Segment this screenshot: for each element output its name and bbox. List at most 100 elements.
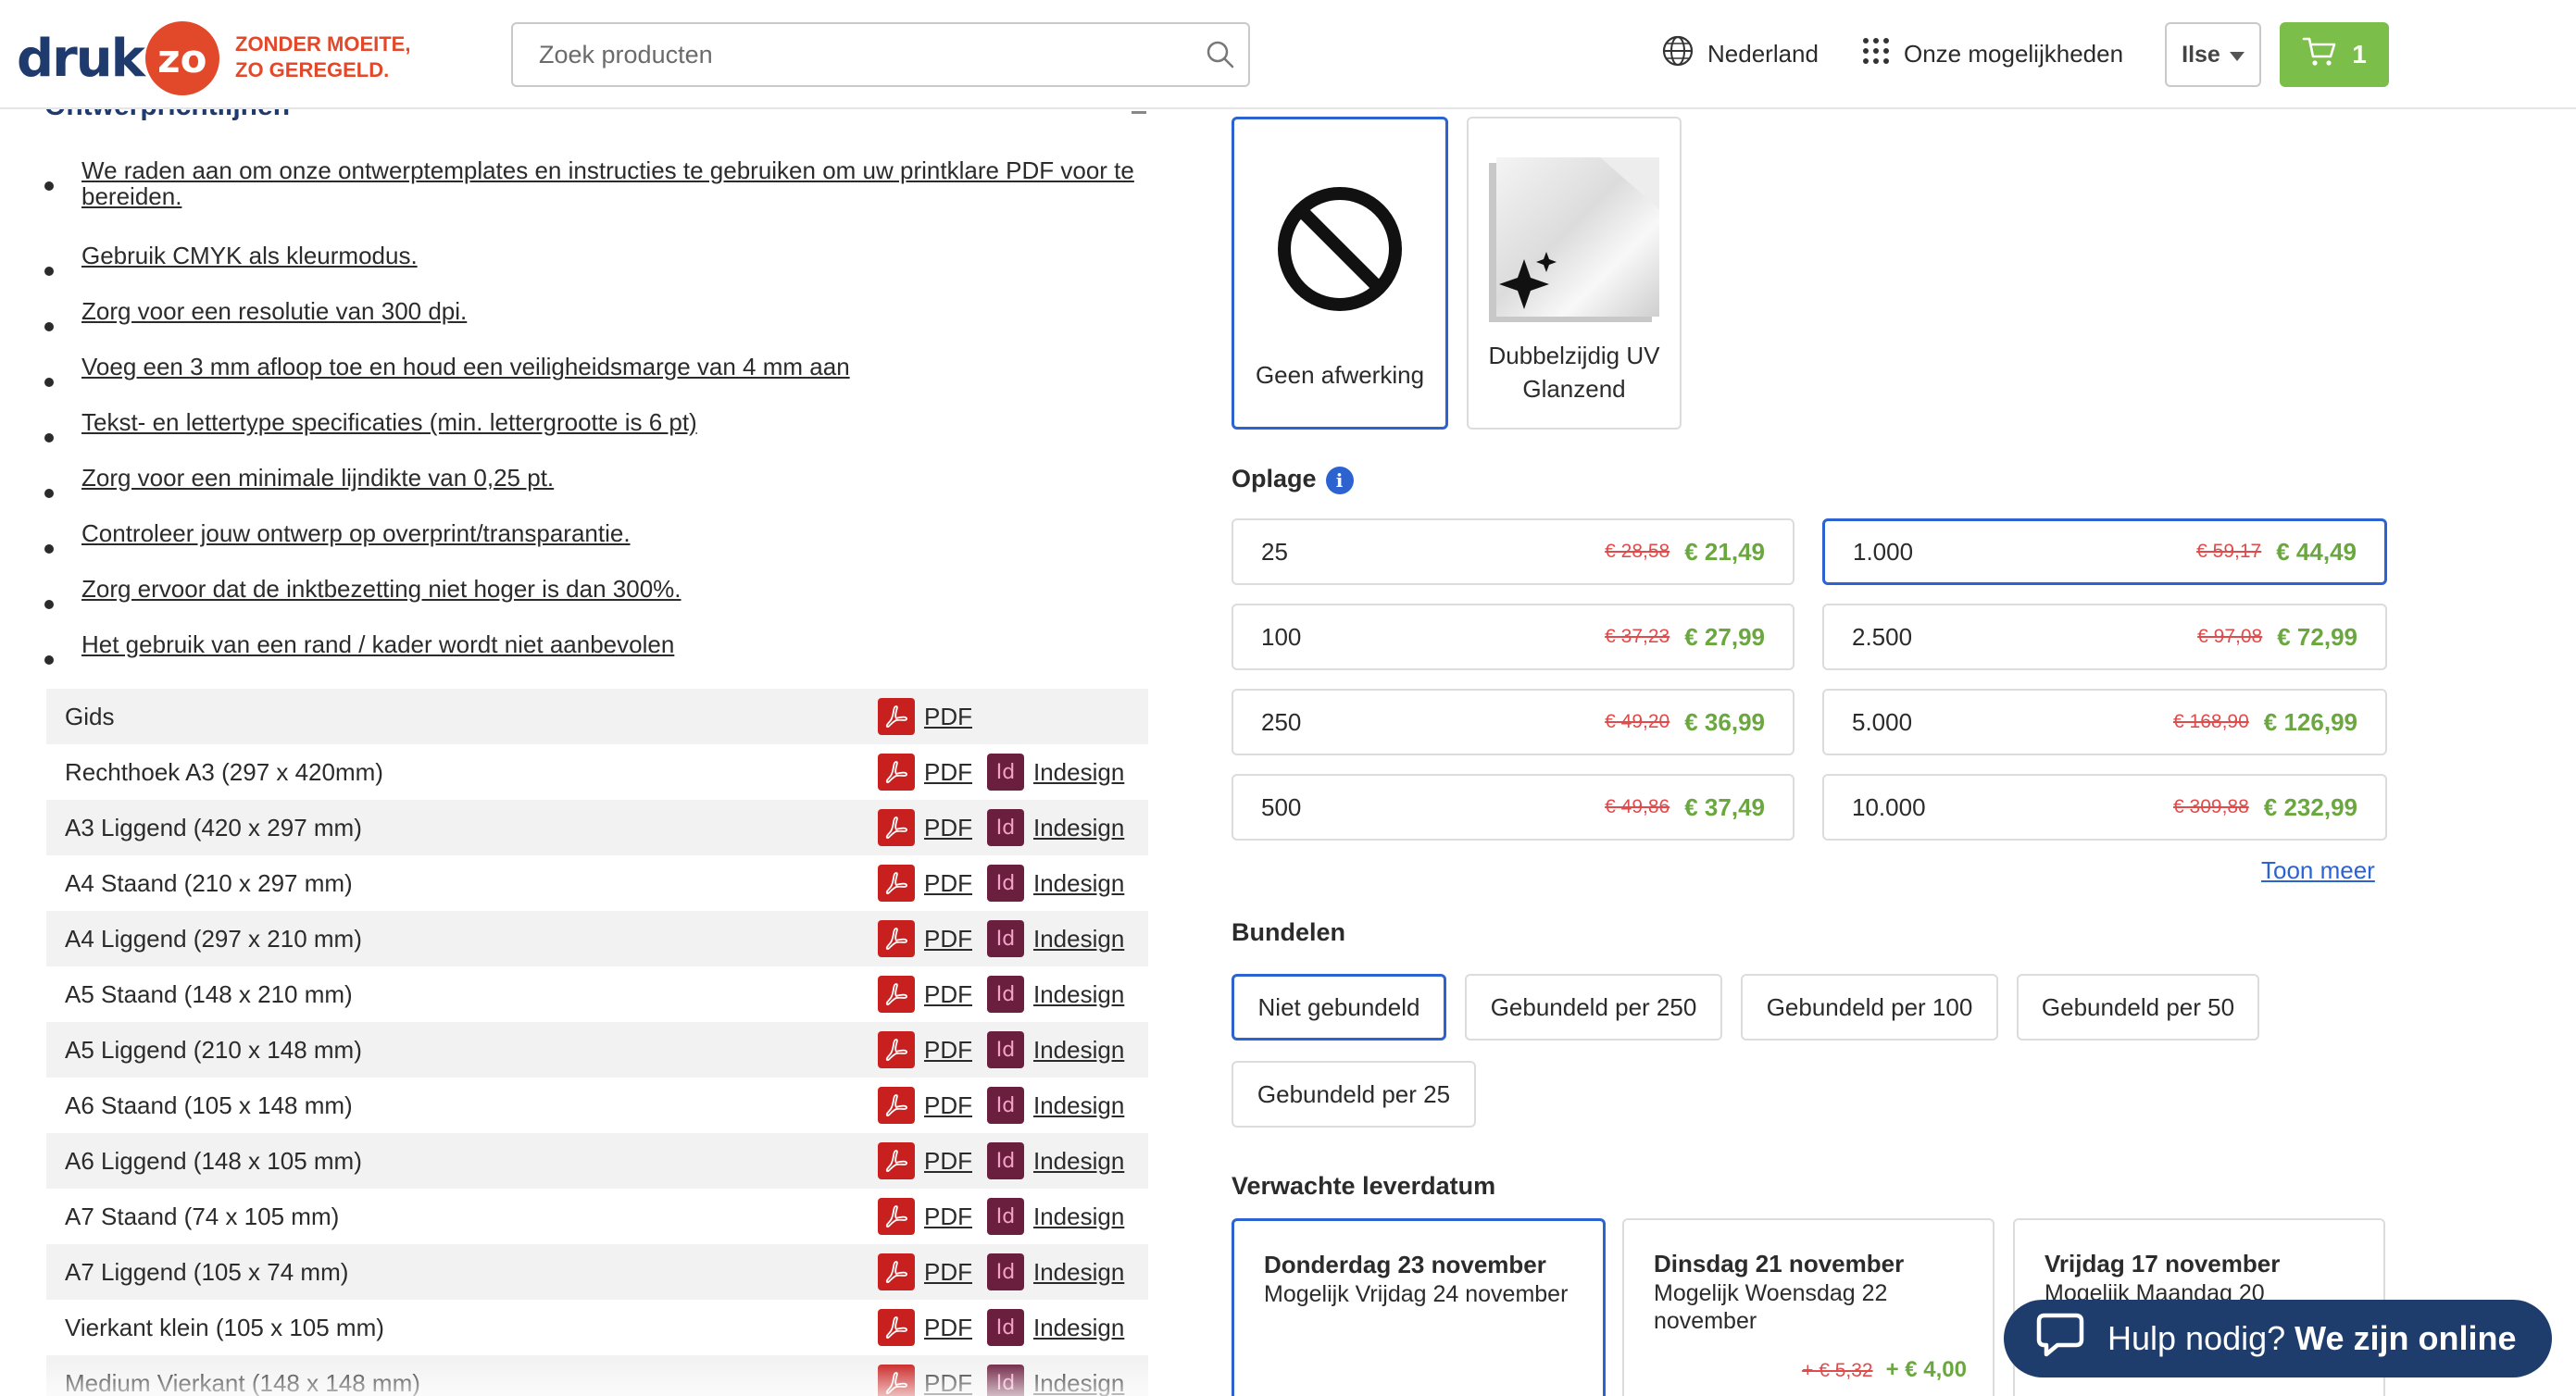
list-item[interactable]: Het gebruik van een rand / kader wordt n…: [37, 630, 1148, 665]
pdf-download[interactable]: PDF: [878, 920, 972, 957]
indesign-download[interactable]: Id Indesign: [987, 1142, 1124, 1179]
delivery-option[interactable]: Donderdag 23 november Mogelijk Vrijdag 2…: [1232, 1218, 1606, 1396]
pdf-download[interactable]: PDF: [878, 809, 972, 846]
pdf-download[interactable]: PDF: [878, 1253, 972, 1290]
chat-widget-button[interactable]: Hulp nodig? We zijn online: [2004, 1300, 2552, 1377]
finish-option-uv-gloss[interactable]: Dubbelzijdig UV Glanzend: [1467, 117, 1682, 430]
indesign-link[interactable]: Indesign: [1033, 1314, 1124, 1342]
pdf-link[interactable]: PDF: [924, 1091, 972, 1120]
pdf-link[interactable]: PDF: [924, 1036, 972, 1065]
pdf-download[interactable]: PDF: [878, 865, 972, 902]
finish-option-none[interactable]: Geen afwerking: [1232, 117, 1448, 430]
pdf-link[interactable]: PDF: [924, 1258, 972, 1287]
search-box: [511, 22, 1250, 87]
indesign-download[interactable]: Id Indesign: [987, 1309, 1124, 1346]
quantity-option[interactable]: 2.500 € 97,08 € 72,99: [1822, 604, 2387, 670]
guideline-link[interactable]: Controleer jouw ontwerp op overprint/tra…: [81, 519, 631, 547]
list-item[interactable]: We raden aan om onze ontwerptemplates en…: [37, 157, 1148, 209]
guideline-link[interactable]: Het gebruik van een rand / kader wordt n…: [81, 630, 674, 658]
indesign-link[interactable]: Indesign: [1033, 1091, 1124, 1120]
indesign-download[interactable]: Id Indesign: [987, 920, 1124, 957]
pdf-download[interactable]: PDF: [878, 698, 972, 735]
quantity-option[interactable]: 25 € 28,58 € 21,49: [1232, 518, 1794, 585]
quantity-option[interactable]: 100 € 37,23 € 27,99: [1232, 604, 1794, 670]
guideline-link[interactable]: Gebruik CMYK als kleurmodus.: [81, 242, 418, 269]
show-more-link[interactable]: Toon meer: [2261, 856, 2375, 885]
pdf-download[interactable]: PDF: [878, 754, 972, 791]
pdf-download[interactable]: PDF: [878, 1309, 972, 1346]
pdf-download[interactable]: PDF: [878, 1031, 972, 1068]
indesign-link[interactable]: Indesign: [1033, 1258, 1124, 1287]
guideline-link[interactable]: Zorg voor een minimale lijndikte van 0,2…: [81, 464, 554, 492]
pdf-download[interactable]: PDF: [878, 1087, 972, 1124]
list-item[interactable]: Voeg een 3 mm afloop toe en houd een vei…: [37, 353, 1148, 387]
pdf-link[interactable]: PDF: [924, 925, 972, 954]
pdf-link[interactable]: PDF: [924, 1147, 972, 1176]
template-name: A6 Liggend (148 x 105 mm): [65, 1146, 362, 1175]
delivery-option[interactable]: Dinsdag 21 november Mogelijk Woensdag 22…: [1622, 1218, 1995, 1396]
pdf-link[interactable]: PDF: [924, 758, 972, 787]
pdf-link[interactable]: PDF: [924, 703, 972, 731]
pdf-link[interactable]: PDF: [924, 869, 972, 898]
search-icon[interactable]: [1193, 39, 1248, 70]
quantity-option[interactable]: 10.000 € 309,88 € 232,99: [1822, 774, 2387, 841]
table-row: A6 Liggend (148 x 105 mm) PDF Id Indesign: [46, 1133, 1148, 1189]
indesign-icon: Id: [987, 1253, 1024, 1290]
indesign-download[interactable]: Id Indesign: [987, 809, 1124, 846]
indesign-link[interactable]: Indesign: [1033, 1147, 1124, 1176]
indesign-link[interactable]: Indesign: [1033, 980, 1124, 1009]
search-input[interactable]: [513, 27, 1193, 82]
guideline-link[interactable]: Zorg ervoor dat de inktbezetting niet ho…: [81, 575, 682, 603]
info-icon[interactable]: i: [1325, 466, 1354, 494]
indesign-link[interactable]: Indesign: [1033, 814, 1124, 842]
bundle-option[interactable]: Gebundeld per 25: [1232, 1061, 1476, 1128]
bundle-option[interactable]: Gebundeld per 100: [1741, 974, 1998, 1041]
quantity-option[interactable]: 5.000 € 168,90 € 126,99: [1822, 689, 2387, 755]
bundle-option[interactable]: Gebundeld per 50: [2017, 974, 2259, 1041]
bundle-option[interactable]: Niet gebundeld: [1232, 974, 1446, 1041]
guideline-link[interactable]: Tekst- en lettertype specificaties (min.…: [81, 408, 697, 436]
list-item[interactable]: Controleer jouw ontwerp op overprint/tra…: [37, 519, 1148, 554]
collapse-icon[interactable]: [1132, 111, 1146, 114]
indesign-download[interactable]: Id Indesign: [987, 976, 1124, 1013]
pdf-link[interactable]: PDF: [924, 814, 972, 842]
logo[interactable]: druk zo: [17, 19, 219, 98]
pdf-download[interactable]: PDF: [878, 1198, 972, 1235]
indesign-link[interactable]: Indesign: [1033, 925, 1124, 954]
indesign-link[interactable]: Indesign: [1033, 869, 1124, 898]
guideline-link[interactable]: Zorg voor een resolutie van 300 dpi.: [81, 297, 467, 325]
pdf-link[interactable]: PDF: [924, 980, 972, 1009]
indesign-download[interactable]: Id Indesign: [987, 1198, 1124, 1235]
indesign-link[interactable]: Indesign: [1033, 758, 1124, 787]
delivery-sub: Mogelijk Woensdag 22 november: [1654, 1280, 1888, 1334]
list-item[interactable]: Zorg voor een resolutie van 300 dpi.: [37, 297, 1148, 331]
list-item[interactable]: Tekst- en lettertype specificaties (min.…: [37, 408, 1148, 442]
pdf-download[interactable]: PDF: [878, 1142, 972, 1179]
options-menu[interactable]: Onze mogelijkheden: [1861, 33, 2123, 74]
user-menu-button[interactable]: Ilse: [2165, 22, 2261, 87]
pdf-download[interactable]: PDF: [878, 976, 972, 1013]
indesign-download[interactable]: Id Indesign: [987, 754, 1124, 791]
guideline-link[interactable]: Voeg een 3 mm afloop toe en houd een vei…: [81, 353, 850, 380]
list-item[interactable]: Zorg voor een minimale lijndikte van 0,2…: [37, 464, 1148, 498]
pdf-link[interactable]: PDF: [924, 1314, 972, 1342]
guideline-link[interactable]: We raden aan om onze ontwerptemplates en…: [81, 156, 1134, 210]
old-price: € 309,88: [2173, 796, 2249, 817]
bundle-option[interactable]: Gebundeld per 250: [1465, 974, 1722, 1041]
indesign-link[interactable]: Indesign: [1033, 1036, 1124, 1065]
indesign-download[interactable]: Id Indesign: [987, 1253, 1124, 1290]
indesign-link[interactable]: Indesign: [1033, 1203, 1124, 1231]
indesign-download[interactable]: Id Indesign: [987, 865, 1124, 902]
list-item[interactable]: Gebruik CMYK als kleurmodus.: [37, 242, 1148, 276]
quantity-option[interactable]: 1.000 € 59,17 € 44,49: [1822, 518, 2387, 585]
quantity-option[interactable]: 250 € 49,20 € 36,99: [1232, 689, 1794, 755]
list-item[interactable]: Zorg ervoor dat de inktbezetting niet ho…: [37, 575, 1148, 609]
quantity-amount: 5.000: [1852, 707, 1913, 736]
indesign-download[interactable]: Id Indesign: [987, 1087, 1124, 1124]
cart-button[interactable]: 1: [2280, 22, 2389, 87]
indesign-download[interactable]: Id Indesign: [987, 1031, 1124, 1068]
pdf-link[interactable]: PDF: [924, 1203, 972, 1231]
new-price: € 72,99: [2277, 622, 2357, 651]
country-selector[interactable]: Nederland: [1661, 33, 1819, 74]
quantity-option[interactable]: 500 € 49,86 € 37,49: [1232, 774, 1794, 841]
